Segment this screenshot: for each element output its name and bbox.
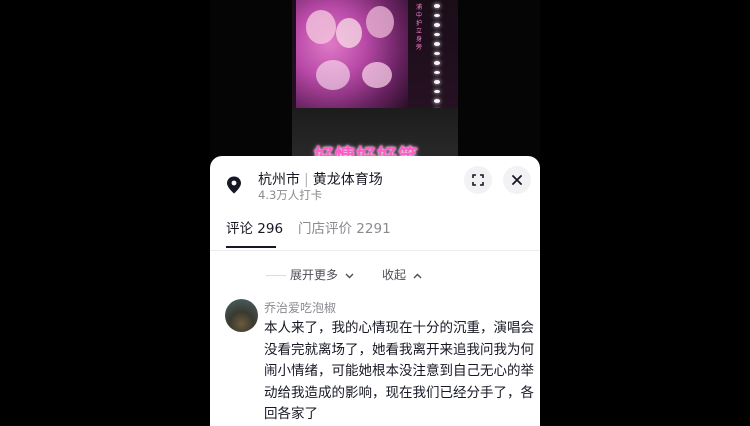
expand-more-button[interactable]: 展开更多 [290, 266, 354, 283]
collapse-button[interactable]: 收起 [382, 266, 422, 283]
checkin-count: 4.3万人打卡 [258, 188, 323, 202]
tab-reviews-count: 2291 [356, 221, 391, 237]
video-player[interactable]: 浦中护立身旁 好慷好好笑 [210, 0, 540, 170]
active-tab-indicator [226, 246, 276, 248]
title-separator: | [304, 172, 309, 188]
reply-controls: 展开更多 收起 [210, 264, 540, 284]
close-button[interactable] [503, 166, 531, 194]
chevron-up-icon [413, 273, 422, 278]
comment-username[interactable]: 乔治爱吃泡椒 [264, 299, 336, 316]
city-name: 杭州市 [258, 172, 300, 188]
divider-line [266, 275, 286, 276]
avatar[interactable] [225, 299, 258, 332]
collapse-label: 收起 [382, 268, 407, 282]
concert-screen-image [296, 0, 408, 108]
screen-side-text: 浦中护立身旁 [416, 4, 423, 51]
location-header[interactable]: 杭州市 | 黄龙体育场 4.3万人打卡 [210, 156, 540, 208]
location-comments-sheet: 杭州市 | 黄龙体育场 4.3万人打卡 评论 296 门店评价 2291 展开更多 [210, 156, 540, 426]
tab-comments-count: 296 [257, 221, 284, 237]
led-strip [432, 0, 442, 112]
tab-bar: 评论 296 门店评价 2291 [210, 214, 540, 251]
expand-icon [472, 174, 484, 186]
comment-text: 本人来了，我的心情现在十分的沉重，演唱会没看完就离场了，她看我离开来追我问我为何… [264, 320, 534, 422]
tab-comments-label: 评论 [226, 221, 253, 237]
venue-name: 黄龙体育场 [312, 172, 383, 188]
tab-reviews-label: 门店评价 [298, 221, 352, 237]
location-pin-icon [227, 176, 241, 194]
tab-store-reviews[interactable]: 门店评价 2291 [298, 217, 391, 237]
chevron-down-icon [345, 273, 354, 278]
expand-button[interactable] [464, 166, 492, 194]
expand-more-label: 展开更多 [290, 268, 339, 282]
tab-comments[interactable]: 评论 296 [226, 217, 283, 237]
close-icon [512, 175, 522, 185]
location-title: 杭州市 | 黄龙体育场 [258, 169, 383, 189]
